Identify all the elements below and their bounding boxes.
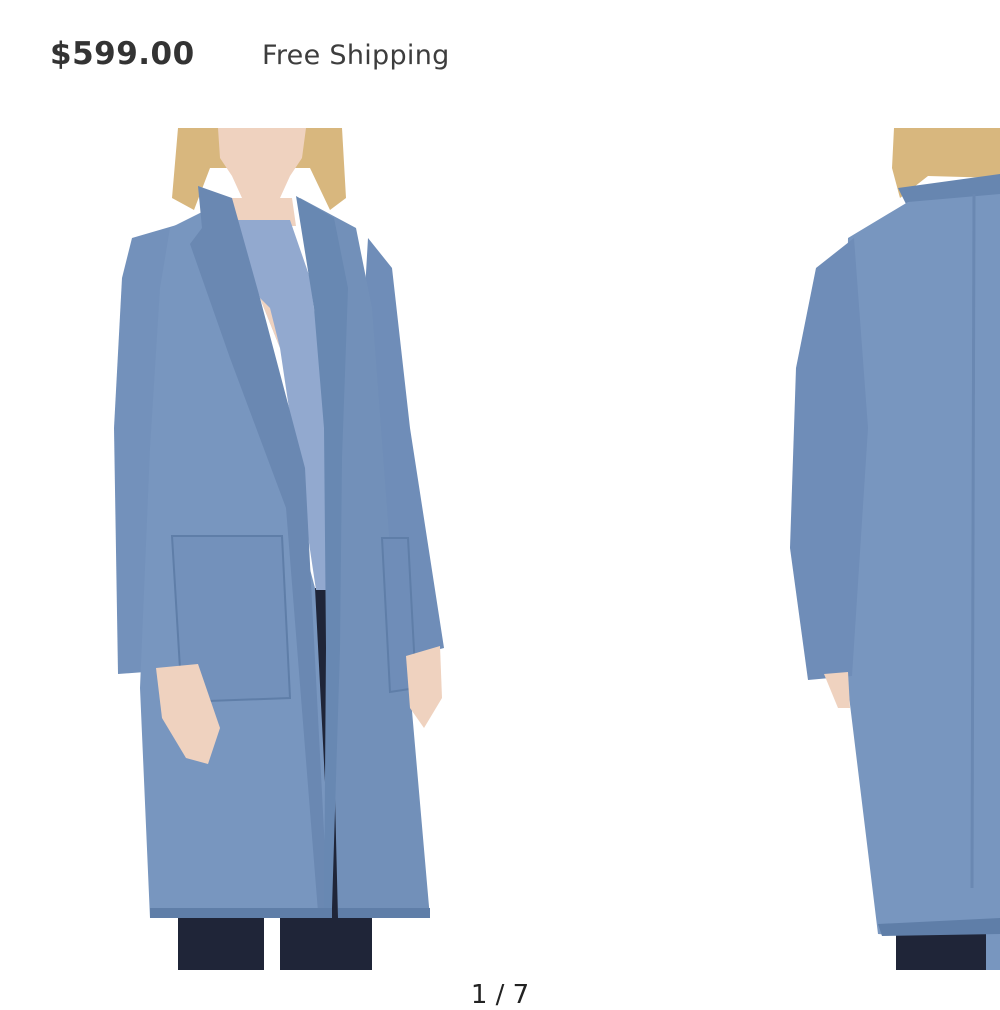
free-shipping-label: Free Shipping <box>262 40 450 71</box>
price-row: $599.00 Free Shipping <box>50 36 950 86</box>
front-view-coat-image <box>114 128 444 970</box>
product-price: $599.00 <box>50 36 195 72</box>
product-image-carousel[interactable] <box>0 128 1000 970</box>
carousel-page-indicator: 1 / 7 <box>470 980 530 1010</box>
back-view-coat-image <box>790 128 1000 970</box>
product-image-back[interactable] <box>788 128 1000 970</box>
product-image-front[interactable] <box>110 128 450 970</box>
